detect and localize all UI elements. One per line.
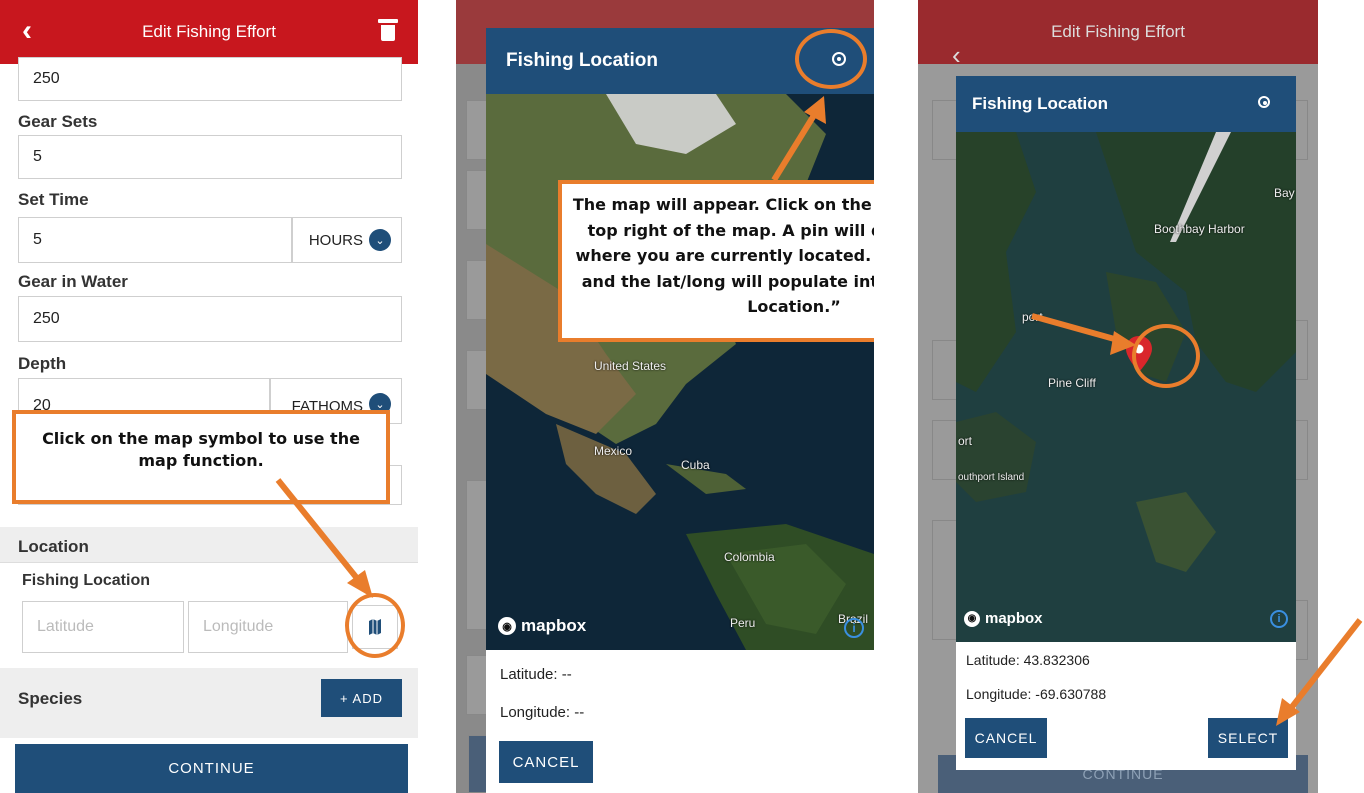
world-map-panel: Fishing Location United States Mexico Cu…	[456, 0, 874, 793]
callout-arrow-1	[275, 478, 373, 598]
locate-icon[interactable]	[1258, 96, 1270, 108]
mapbox-logo: ◉ mapbox	[964, 610, 1043, 627]
place-label: Pine Cliff	[1048, 376, 1096, 390]
cancel-button[interactable]: CANCEL	[965, 718, 1047, 758]
mapbox-text: mapbox	[985, 610, 1043, 627]
local-map-panel: Edit Fishing Effort ‹ CONTINUE Fishing L…	[918, 0, 1318, 793]
edit-effort-panel: ‹ Edit Fishing Effort 250 Gear Sets 5 Se…	[0, 0, 418, 793]
select-button[interactable]: SELECT	[1208, 718, 1288, 758]
place-label: outhport Island	[958, 472, 1025, 483]
place-label: ort	[958, 434, 973, 448]
place-label: Boothbay Harbor	[1154, 222, 1245, 236]
dimmed-header-title: Edit Fishing Effort	[1051, 22, 1185, 41]
callout-arrow-2	[771, 96, 826, 182]
modal-title: Fishing Location	[972, 94, 1108, 113]
local-map[interactable]: Boothbay Harbor Pine Cliff outhport Isla…	[956, 132, 1296, 642]
place-label: Bay	[1274, 186, 1295, 200]
local-map-image	[956, 132, 1296, 642]
dimmed-header: Edit Fishing Effort	[918, 0, 1318, 64]
mapbox-logo-icon: ◉	[964, 610, 980, 627]
back-chevron-icon: ‹	[952, 40, 961, 70]
longitude-readout: Longitude: -69.630788	[966, 686, 1107, 702]
latitude-readout: Latitude: 43.832306	[966, 652, 1090, 668]
highlight-circle	[1132, 324, 1200, 388]
place-label: port	[1022, 310, 1043, 324]
modal-header: Fishing Location	[956, 76, 1296, 132]
info-icon[interactable]: i	[1270, 610, 1288, 628]
